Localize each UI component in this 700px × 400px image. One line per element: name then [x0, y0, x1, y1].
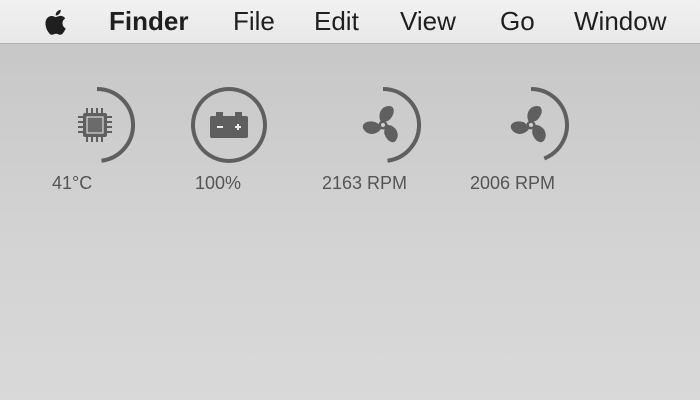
fan-1-gauge — [362, 87, 421, 163]
fan-icon — [510, 106, 546, 143]
battery-widget[interactable]: 100% — [164, 80, 274, 200]
fan-1-widget[interactable]: 2163 RPM — [318, 80, 428, 200]
menu-window[interactable]: Window — [574, 0, 666, 43]
fan-2-gauge-arc — [530, 87, 569, 161]
menu-edit[interactable]: Edit — [314, 0, 359, 43]
menu-file[interactable]: File — [233, 0, 275, 43]
fan-2-rpm-value: 2006 RPM — [470, 173, 556, 193]
fan-1-rpm-value: 2163 RPM — [322, 173, 408, 193]
battery-value: 100% — [195, 173, 242, 193]
cpu-temperature-widget[interactable]: 41°C — [32, 80, 142, 200]
fan-2-gauge — [510, 87, 569, 161]
battery-gauge — [191, 87, 267, 163]
apple-logo-icon[interactable] — [39, 6, 73, 38]
fan-icon — [362, 106, 398, 143]
menu-view[interactable]: View — [400, 0, 456, 43]
cpu-temperature-gauge — [78, 87, 135, 163]
battery-icon — [210, 112, 248, 138]
menu-bar: Finder File Edit View Go Window — [0, 0, 700, 44]
menu-go[interactable]: Go — [500, 0, 535, 43]
cpu-chip-icon — [78, 108, 112, 142]
cpu-temperature-value: 41°C — [52, 173, 93, 193]
fan-1-gauge-arc — [382, 87, 421, 163]
fan-2-widget[interactable]: 2006 RPM — [466, 80, 576, 200]
menu-app-finder[interactable]: Finder — [109, 0, 188, 43]
